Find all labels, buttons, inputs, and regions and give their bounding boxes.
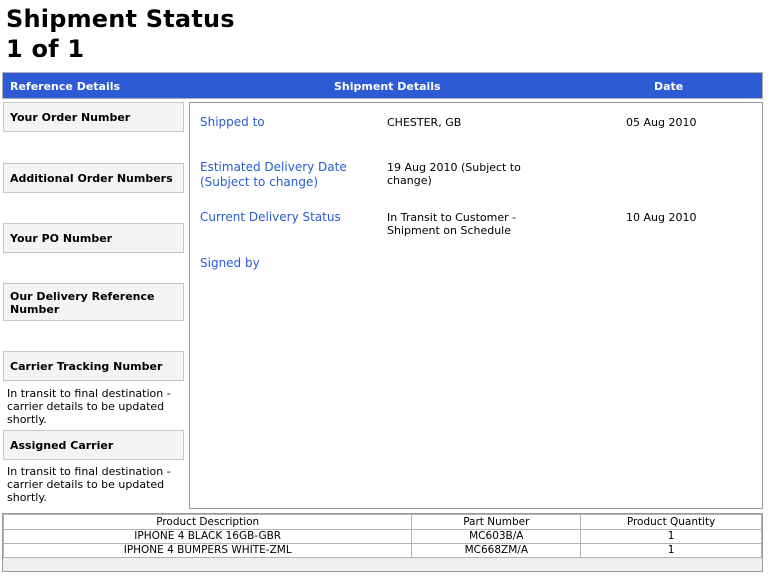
carrier-tracking-note-line1: In transit to final destination - [7,387,171,400]
shipped-to-label: Shipped to [200,115,265,129]
assigned-carrier-note-line2: carrier details to be updated [7,478,165,491]
products-table: Product Description Part Number Product … [2,514,762,558]
carrier-tracking-note-line2: carrier details to be updated [7,400,165,413]
header-reference-details: Reference Details [10,80,121,93]
col-header-quantity: Product Quantity [580,514,762,530]
part-number: MC668ZM/A [411,543,582,558]
assigned-carrier-label: Assigned Carrier [10,439,114,452]
page-title-main: Shipment Status [6,5,235,33]
estimated-delivery-value-line1: 19 Aug 2010 (Subject to [387,161,521,174]
delivery-status-date: 10 Aug 2010 [626,211,697,224]
table-row: IPHONE 4 BUMPERS WHITE-ZML MC668ZM/A 1 [2,543,762,558]
order-number-label: Your Order Number [10,111,131,124]
assigned-carrier-note-line1: In transit to final destination - [7,465,171,478]
po-number-box: Your PO Number [3,223,184,253]
order-number-box: Your Order Number [3,102,184,132]
product-description: IPHONE 4 BUMPERS WHITE-ZML [2,543,413,558]
assigned-carrier-note-line3: shortly. [7,491,47,504]
estimated-delivery-value: 19 Aug 2010 (Subject to change) [387,161,537,187]
part-number: MC603B/A [411,529,582,544]
delivery-reference-box: Our Delivery Reference Number [3,283,184,321]
section-header-bar: Reference Details Shipment Details Date [2,72,763,99]
signed-by-label: Signed by [200,256,260,270]
page-count: 1 of 1 [6,35,85,63]
col-header-description: Product Description [2,514,413,530]
delivery-status-value-line2: Shipment on Schedule [387,224,512,237]
product-quantity: 1 [580,543,762,558]
shipment-details-panel: Shipped to CHESTER, GB 05 Aug 2010 Estim… [189,102,763,509]
table-row: IPHONE 4 BLACK 16GB-GBR MC603B/A 1 [2,529,762,544]
additional-order-numbers-label: Additional Order Numbers [10,172,173,185]
delivery-reference-label-line1: Our Delivery Reference [10,290,155,303]
header-shipment-details: Shipment Details [334,80,441,93]
po-number-label: Your PO Number [10,232,113,245]
col-header-part-number: Part Number [411,514,582,530]
carrier-tracking-note-line3: shortly. [7,413,47,426]
shipped-to-date: 05 Aug 2010 [626,116,697,129]
delivery-status-value-line1: In Transit to Customer - [387,211,517,224]
estimated-delivery-label-line2: (Subject to change) [200,175,319,189]
carrier-tracking-box: Carrier Tracking Number [3,351,184,381]
product-description: IPHONE 4 BLACK 16GB-GBR [2,529,413,544]
products-table-container: Product Description Part Number Product … [2,513,763,572]
page-title: Shipment Status 1 of 1 [6,4,235,64]
assigned-carrier-note: In transit to final destination - carrie… [7,465,182,504]
header-date: Date [654,80,684,93]
carrier-tracking-label: Carrier Tracking Number [10,360,163,373]
estimated-delivery-value-line2: change) [387,174,432,187]
products-header-row: Product Description Part Number Product … [2,514,762,530]
delivery-status-value: In Transit to Customer - Shipment on Sch… [387,211,537,237]
estimated-delivery-label-line1: Estimated Delivery Date [200,160,347,174]
shipped-to-value: CHESTER, GB [387,116,462,129]
assigned-carrier-box: Assigned Carrier [3,430,184,460]
delivery-reference-label-line2: Number [10,303,60,316]
estimated-delivery-label: Estimated Delivery Date (Subject to chan… [200,160,370,190]
additional-order-numbers-box: Additional Order Numbers [3,163,184,193]
carrier-tracking-note: In transit to final destination - carrie… [7,387,182,426]
product-quantity: 1 [580,529,762,544]
delivery-status-label: Current Delivery Status [200,210,341,224]
